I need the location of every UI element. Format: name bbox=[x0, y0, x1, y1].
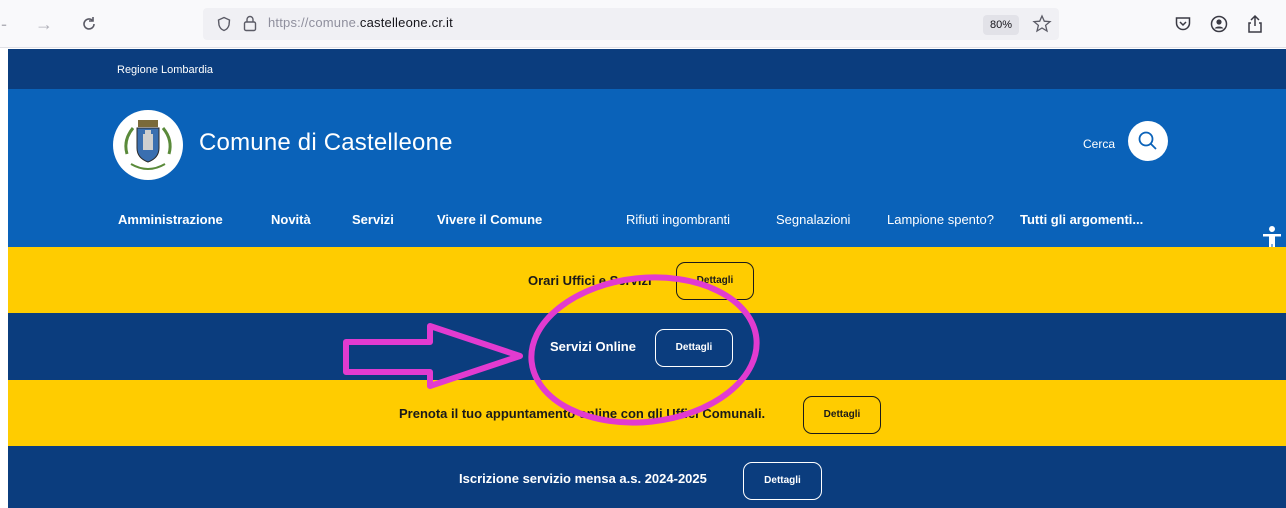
back-icon[interactable]: - bbox=[0, 12, 16, 36]
nav-item-novita[interactable]: Novità bbox=[271, 212, 311, 227]
shield-icon[interactable] bbox=[216, 16, 232, 37]
nav-item-amministrazione[interactable]: Amministrazione bbox=[118, 212, 223, 227]
reload-icon[interactable] bbox=[77, 12, 101, 36]
account-icon[interactable] bbox=[1210, 15, 1228, 38]
bookmark-star-icon[interactable] bbox=[1032, 14, 1052, 39]
banner-text-servizi-online: Servizi Online bbox=[550, 339, 636, 354]
banner-servizi-online bbox=[8, 313, 1286, 380]
pocket-icon[interactable] bbox=[1174, 15, 1192, 38]
banner-text-orari-uffici: Orari Uffici e Servizi bbox=[528, 273, 652, 288]
share-icon[interactable] bbox=[1246, 14, 1264, 39]
banner-text-prenota-appuntamento: Prenota il tuo appuntamento online con g… bbox=[399, 406, 766, 421]
search-label[interactable]: Cerca bbox=[1083, 137, 1115, 151]
forward-icon[interactable]: → bbox=[32, 12, 56, 36]
nav-item-vivere-il-comune[interactable]: Vivere il Comune bbox=[437, 212, 542, 227]
region-link[interactable]: Regione Lombardia bbox=[117, 64, 213, 76]
search-icon bbox=[1138, 131, 1157, 150]
lock-icon[interactable] bbox=[242, 15, 258, 37]
dettagli-button-orari[interactable]: Dettagli bbox=[676, 262, 754, 300]
dettagli-button-mensa[interactable]: Dettagli bbox=[743, 462, 822, 500]
nav-item-lampione-spento[interactable]: Lampione spento? bbox=[887, 212, 994, 227]
search-button[interactable] bbox=[1128, 121, 1168, 161]
nav-item-servizi[interactable]: Servizi bbox=[352, 212, 394, 227]
coat-of-arms-logo[interactable] bbox=[113, 110, 183, 180]
dettagli-button-servizi-online[interactable]: Dettagli bbox=[655, 329, 733, 367]
nav-item-segnalazioni[interactable]: Segnalazioni bbox=[776, 212, 850, 227]
zoom-level-button[interactable]: 80% bbox=[983, 15, 1019, 35]
nav-item-rifiuti-ingombranti[interactable]: Rifiuti ingombranti bbox=[626, 212, 730, 227]
nav-item-tutti-gli-argomenti[interactable]: Tutti gli argomenti... bbox=[1020, 212, 1143, 227]
dettagli-button-prenota[interactable]: Dettagli bbox=[803, 396, 881, 434]
banner-text-iscrizione-mensa: Iscrizione servizio mensa a.s. 2024-2025 bbox=[459, 471, 707, 486]
site-title[interactable]: Comune di Castelleone bbox=[199, 129, 453, 157]
url-text[interactable]: https://comune.castelleone.cr.it bbox=[268, 15, 453, 30]
